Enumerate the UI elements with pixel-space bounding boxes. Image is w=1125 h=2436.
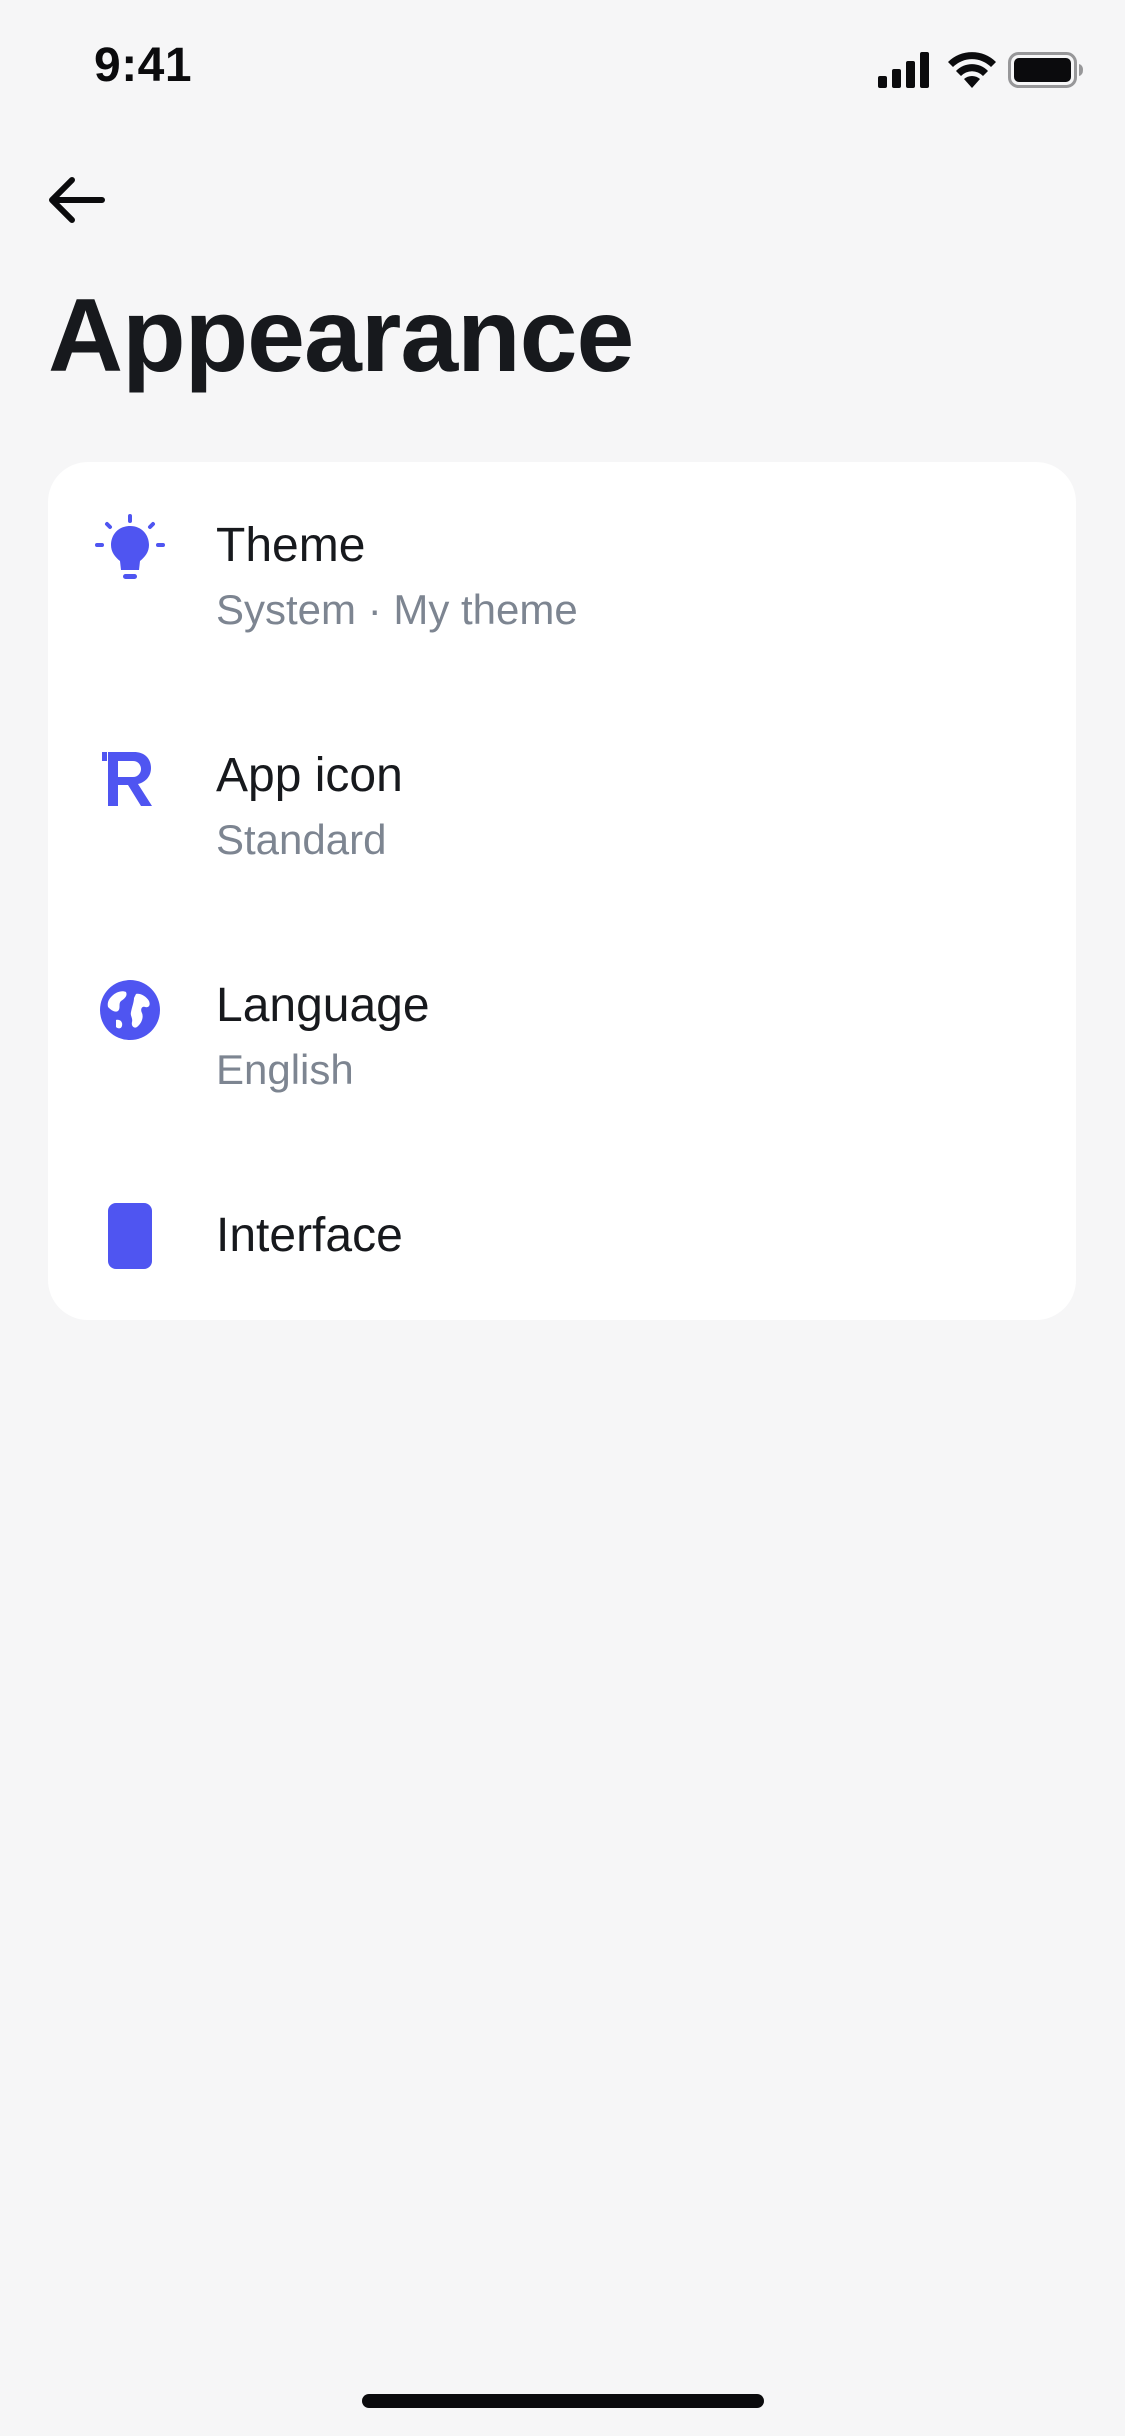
status-bar: 9:41 bbox=[0, 0, 1125, 132]
settings-item-app-icon[interactable]: App icon Standard bbox=[48, 692, 1076, 922]
battery-icon bbox=[1008, 52, 1083, 88]
page-title: Appearance bbox=[48, 278, 634, 394]
back-button[interactable] bbox=[36, 160, 116, 240]
home-indicator[interactable] bbox=[362, 2394, 764, 2408]
phone-device-icon bbox=[94, 1200, 166, 1272]
app-logo-r-icon bbox=[94, 744, 166, 816]
arrow-left-icon bbox=[49, 177, 105, 223]
settings-item-subtitle: System · My theme bbox=[216, 586, 578, 633]
settings-item-title: Interface bbox=[216, 1209, 403, 1262]
settings-item-subtitle: English bbox=[216, 1046, 354, 1093]
status-icons bbox=[878, 46, 1084, 94]
settings-card: Theme System · My theme App icon Standar… bbox=[48, 462, 1076, 1320]
settings-item-title: App icon bbox=[216, 749, 403, 802]
settings-item-theme[interactable]: Theme System · My theme bbox=[48, 462, 1076, 692]
settings-item-interface[interactable]: Interface bbox=[48, 1152, 1076, 1320]
globe-icon bbox=[94, 974, 166, 1046]
wifi-icon bbox=[948, 52, 996, 88]
settings-item-language[interactable]: Language English bbox=[48, 922, 1076, 1152]
lightbulb-icon bbox=[94, 514, 166, 586]
settings-item-title: Theme bbox=[216, 519, 366, 572]
settings-item-title: Language bbox=[216, 979, 430, 1032]
status-time: 9:41 bbox=[94, 39, 193, 92]
cellular-signal-icon bbox=[878, 52, 929, 88]
settings-item-subtitle: Standard bbox=[216, 816, 387, 863]
